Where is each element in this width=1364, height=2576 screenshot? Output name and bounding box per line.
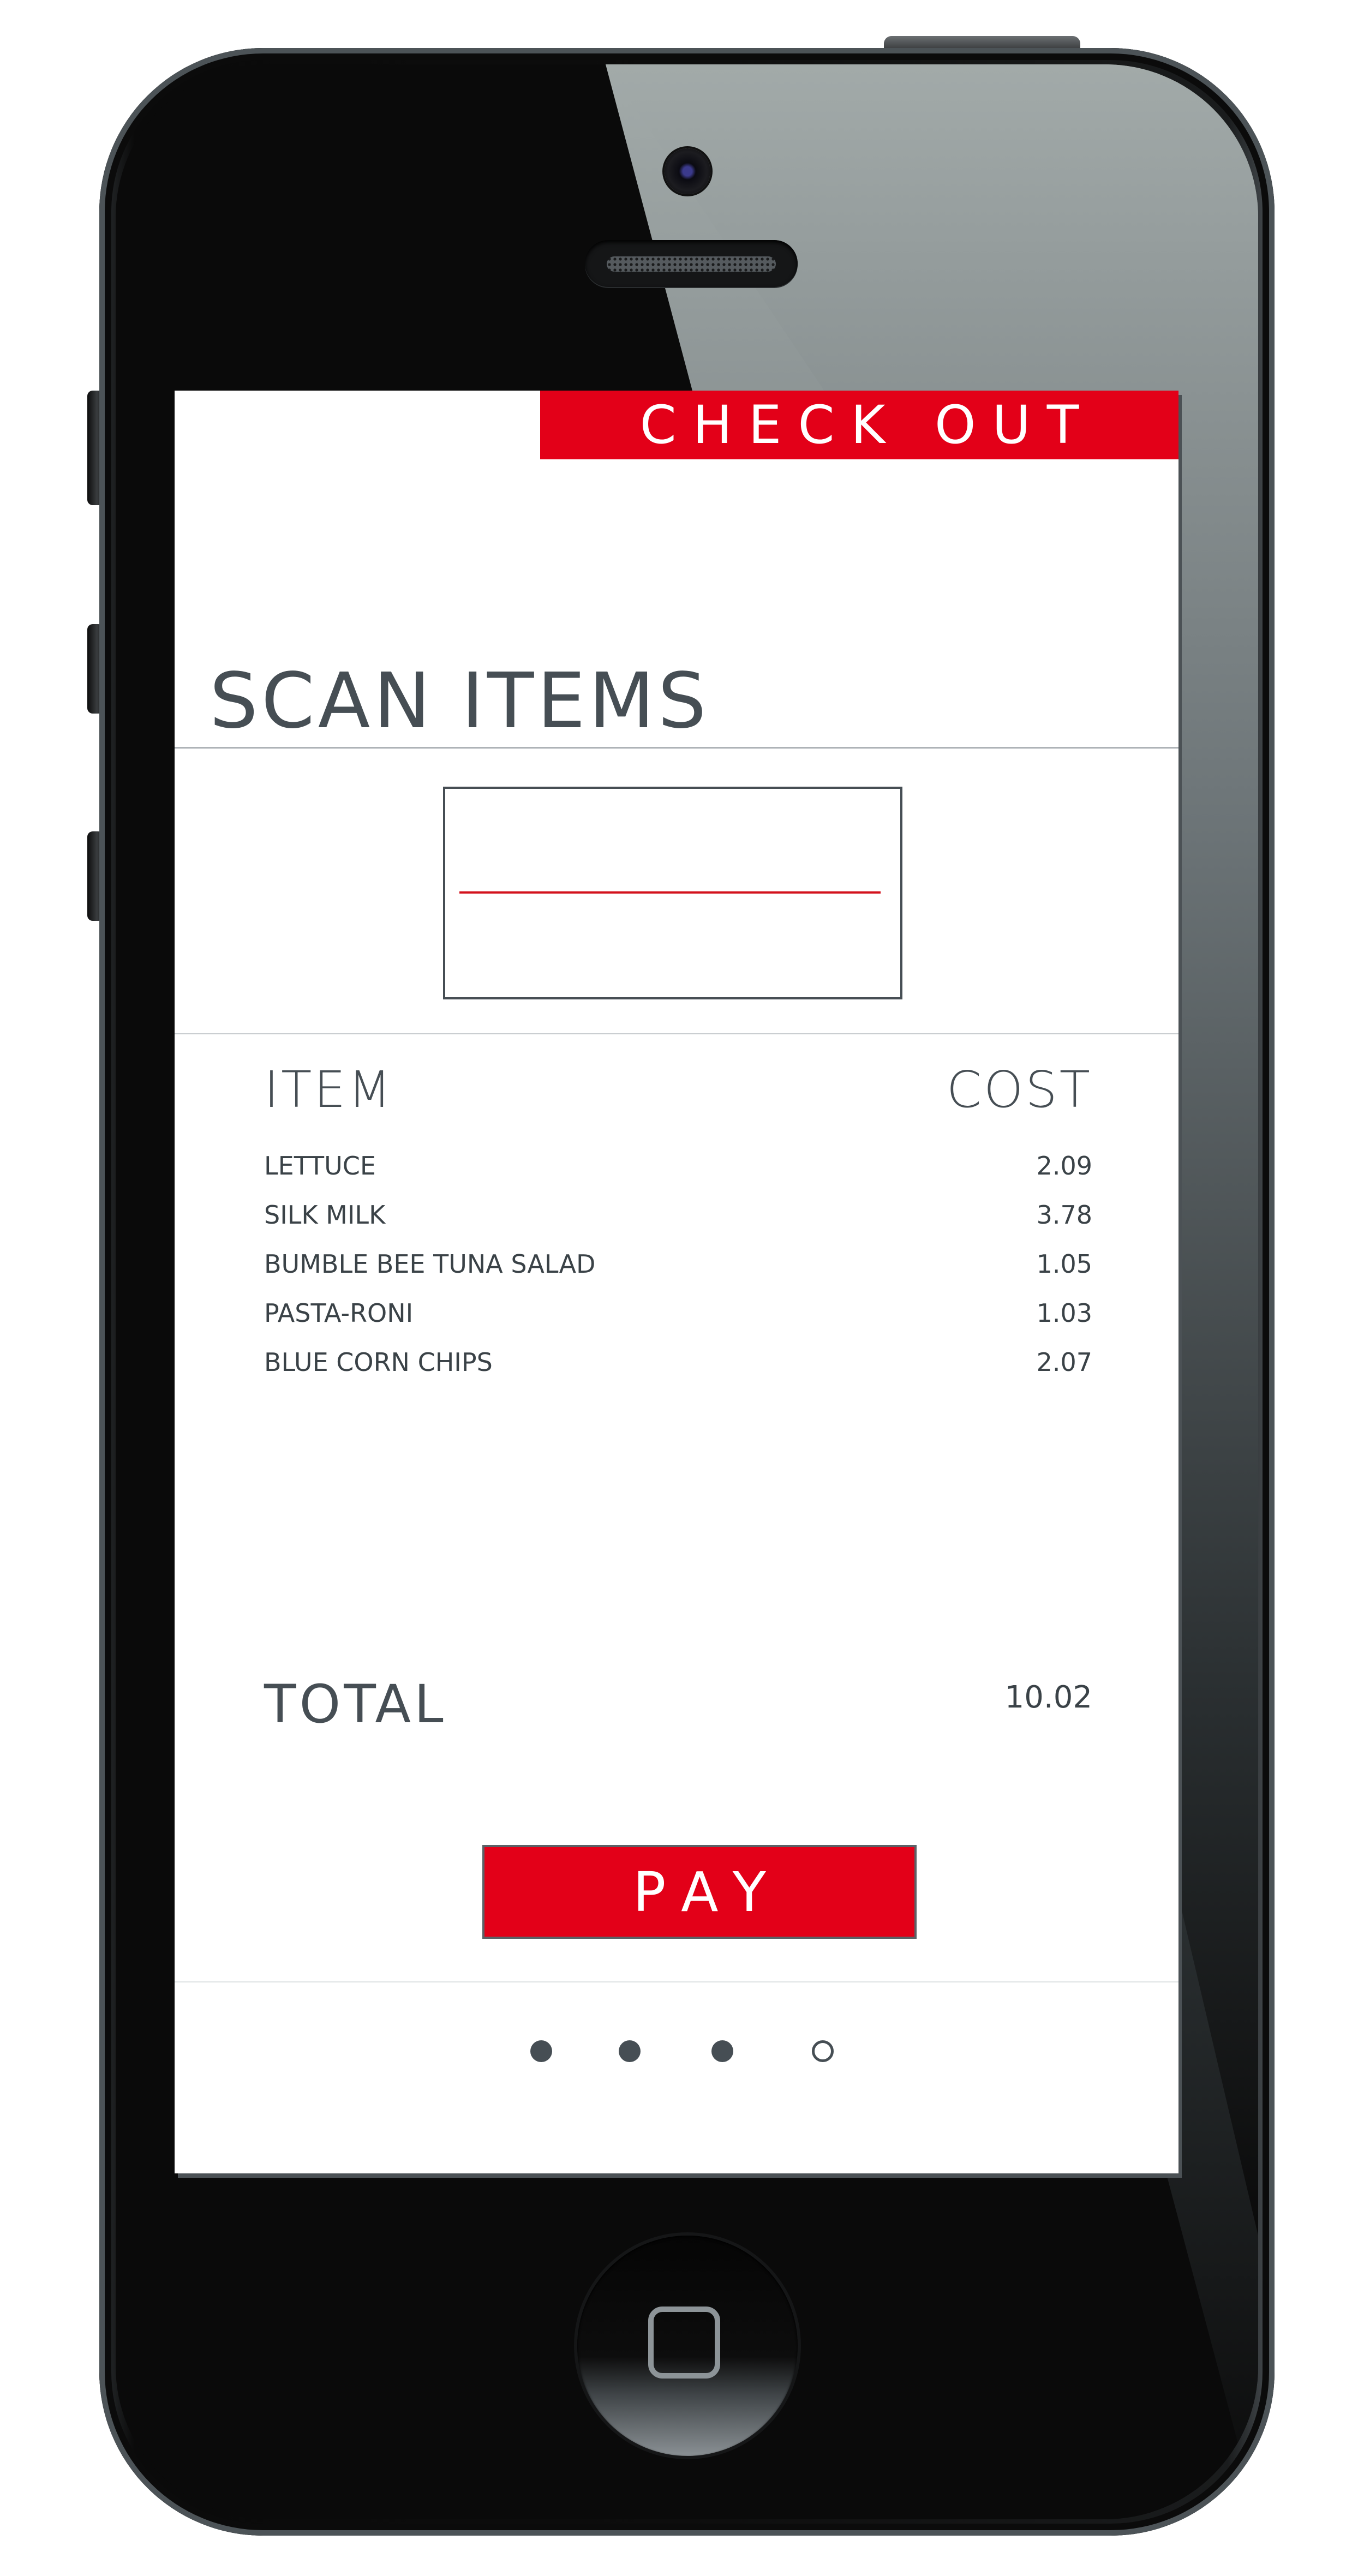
divider <box>175 1033 1178 1034</box>
item-list: LETTUCE 2.09 SILK MILK 3.78 BUMBLE BEE T… <box>264 1141 1092 1387</box>
item-name: BUMBLE BEE TUNA SALAD <box>264 1249 596 1279</box>
item-name: LETTUCE <box>264 1151 376 1181</box>
list-item[interactable]: BUMBLE BEE TUNA SALAD 1.05 <box>264 1239 1092 1289</box>
home-button-icon[interactable] <box>577 2236 798 2456</box>
front-camera-icon <box>665 148 710 194</box>
divider <box>175 1981 1178 1982</box>
page-dot-4-current[interactable] <box>812 2040 834 2062</box>
item-cost: 2.07 <box>1036 1347 1092 1377</box>
page-dot-1[interactable] <box>530 2040 552 2062</box>
divider <box>175 747 1178 748</box>
speaker-grill <box>607 256 776 272</box>
item-cost: 1.03 <box>1036 1298 1092 1328</box>
checkout-button[interactable]: CHECK OUT <box>540 391 1178 459</box>
earpiece-speaker-icon <box>585 240 798 287</box>
page-title: SCAN ITEMS <box>210 657 710 746</box>
total-label: TOTAL <box>264 1674 447 1735</box>
list-item[interactable]: BLUE CORN CHIPS 2.07 <box>264 1338 1092 1387</box>
item-cost: 3.78 <box>1036 1200 1092 1230</box>
page-dot-2[interactable] <box>619 2040 641 2062</box>
item-name: PASTA-RONI <box>264 1298 414 1328</box>
app-screen: CHECK OUT SCAN ITEMS ITEM COST LETTUCE 2… <box>175 391 1178 2173</box>
column-header-item: ITEM <box>264 1061 393 1119</box>
list-item[interactable]: PASTA-RONI 1.03 <box>264 1289 1092 1338</box>
device-mockup: CHECK OUT SCAN ITEMS ITEM COST LETTUCE 2… <box>0 0 1364 2576</box>
barcode-scanner-viewport[interactable] <box>443 787 902 999</box>
column-header-cost: COST <box>946 1061 1092 1119</box>
list-item[interactable]: SILK MILK 3.78 <box>264 1190 1092 1239</box>
item-name: SILK MILK <box>264 1200 386 1230</box>
home-square-icon <box>648 2307 720 2379</box>
list-item[interactable]: LETTUCE 2.09 <box>264 1141 1092 1190</box>
page-dot-3[interactable] <box>711 2040 733 2062</box>
item-cost: 2.09 <box>1036 1151 1092 1181</box>
item-name: BLUE CORN CHIPS <box>264 1347 493 1377</box>
checkout-label: CHECK OUT <box>639 394 1096 456</box>
total-value: 10.02 <box>1004 1680 1092 1715</box>
pay-label: PAY <box>633 1860 785 1924</box>
scan-line <box>459 891 881 894</box>
page-indicator <box>530 2040 858 2068</box>
item-cost: 1.05 <box>1036 1249 1092 1279</box>
pay-button[interactable]: PAY <box>482 1845 917 1939</box>
